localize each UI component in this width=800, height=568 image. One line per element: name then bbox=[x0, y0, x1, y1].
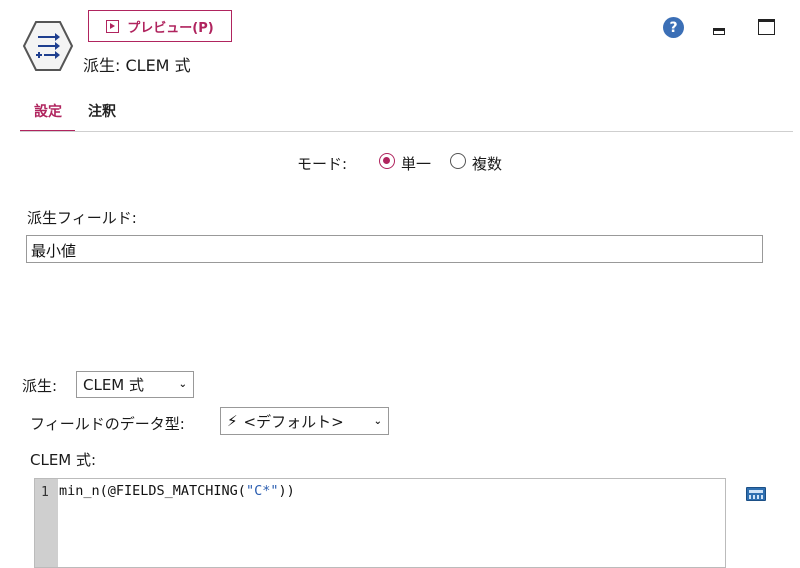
help-icon[interactable]: ? bbox=[663, 17, 684, 38]
mode-single-label[interactable]: 単一 bbox=[401, 153, 431, 174]
code-suffix: )) bbox=[278, 483, 295, 499]
expression-builder-icon[interactable] bbox=[746, 487, 766, 501]
mode-label: モード: bbox=[297, 155, 348, 173]
mode-single-radio[interactable] bbox=[379, 153, 395, 169]
preview-button[interactable]: プレビュー(P) bbox=[88, 10, 232, 42]
mode-multiple-radio[interactable] bbox=[450, 153, 466, 169]
derive-field-input[interactable]: 最小値 bbox=[26, 235, 763, 263]
clem-expression-label: CLEM 式: bbox=[30, 451, 97, 469]
minimize-icon[interactable] bbox=[713, 28, 725, 35]
clem-code-line[interactable]: min_n(@FIELDS_MATCHING("C*")) bbox=[59, 483, 295, 499]
line-number: 1 bbox=[41, 485, 49, 500]
node-title: 派生: CLEM 式 bbox=[83, 56, 191, 75]
preview-button-label: プレビュー(P) bbox=[127, 20, 214, 36]
chevron-down-icon: ⌄ bbox=[178, 379, 187, 390]
maximize-icon[interactable] bbox=[758, 19, 775, 35]
derive-as-label: 派生: bbox=[22, 377, 58, 395]
clem-expression-editor[interactable]: 1 min_n(@FIELDS_MATCHING("C*")) bbox=[34, 478, 726, 568]
field-type-label: フィールドのデータ型: bbox=[30, 415, 185, 433]
tab-divider bbox=[20, 131, 793, 132]
code-string: "C*" bbox=[245, 483, 279, 499]
derive-node-icon bbox=[22, 21, 74, 71]
mode-multiple-label[interactable]: 複数 bbox=[472, 153, 502, 174]
code-prefix: min_n(@FIELDS_MATCHING( bbox=[59, 483, 246, 499]
derive-as-select[interactable]: CLEM 式 ⌄ bbox=[76, 371, 194, 398]
play-icon bbox=[106, 19, 120, 33]
chevron-down-icon: ⌄ bbox=[373, 415, 382, 427]
tab-annotations[interactable]: 注釈 bbox=[88, 101, 116, 121]
field-type-select[interactable]: ⚡︎ <デフォルト> ⌄ bbox=[220, 407, 389, 435]
tab-settings[interactable]: 設定 bbox=[34, 101, 62, 121]
derive-field-label: 派生フィールド: bbox=[27, 209, 137, 227]
lightning-icon: ⚡︎ bbox=[227, 412, 238, 430]
derive-as-value: CLEM 式 bbox=[83, 376, 145, 394]
field-type-value: <デフォルト> bbox=[243, 412, 344, 431]
